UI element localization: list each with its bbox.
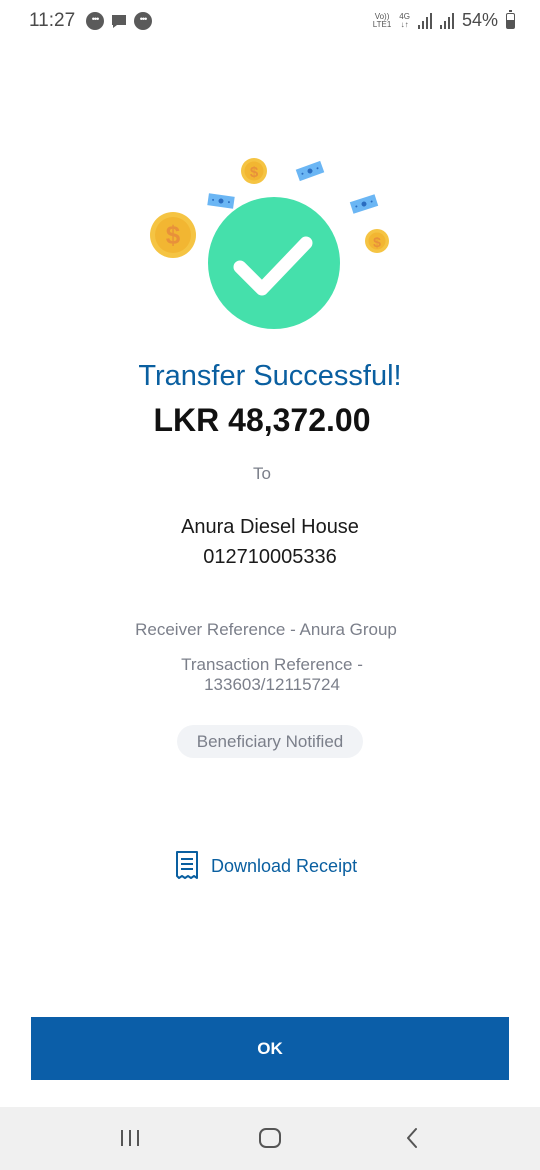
message-bubble-icon: ••• bbox=[134, 12, 152, 30]
recents-icon bbox=[121, 1130, 139, 1146]
home-icon bbox=[259, 1128, 281, 1148]
banknote-icon bbox=[295, 160, 325, 182]
svg-text:$: $ bbox=[166, 220, 181, 250]
payee-account-number: 012710005336 bbox=[203, 546, 337, 568]
back-icon bbox=[407, 1128, 417, 1148]
transaction-reference: Transaction Reference - 133603/12115724 bbox=[0, 655, 540, 695]
transaction-reference-value: 133603/12115724 bbox=[204, 675, 340, 694]
beneficiary-notified-badge: Beneficiary Notified bbox=[177, 725, 363, 758]
back-button[interactable] bbox=[392, 1121, 432, 1155]
receiver-reference: Receiver Reference - Anura Group bbox=[135, 620, 397, 639]
svg-text:$: $ bbox=[250, 164, 259, 181]
coin-icon: $ bbox=[241, 158, 267, 184]
signal-icon bbox=[439, 12, 454, 29]
battery-icon bbox=[506, 9, 515, 29]
navigation-bar bbox=[0, 1107, 540, 1170]
transfer-success-screen: 11:27 ••• ••• Vo)) LTE1 4G ↓↑ 54% $ $ $ … bbox=[0, 0, 540, 1170]
notification-icons: ••• ••• bbox=[86, 12, 152, 30]
to-label: To bbox=[253, 464, 271, 483]
download-receipt-label: Download Receipt bbox=[211, 855, 358, 876]
svg-text:$: $ bbox=[373, 234, 381, 250]
status-indicators: Vo)) LTE1 4G ↓↑ 54% bbox=[372, 9, 515, 31]
lte-label: LTE1 bbox=[372, 19, 392, 29]
coin-icon: $ bbox=[150, 212, 196, 258]
status-bar: 11:27 ••• ••• Vo)) LTE1 4G ↓↑ 54% bbox=[0, 0, 540, 44]
status-time: 11:27 bbox=[29, 10, 76, 31]
transfer-amount: LKR 48,372.00 bbox=[153, 402, 371, 438]
message-bubble-icon: ••• bbox=[86, 12, 104, 30]
success-check-icon bbox=[208, 197, 340, 329]
success-title: Transfer Successful! bbox=[138, 360, 402, 392]
home-button[interactable] bbox=[250, 1121, 290, 1155]
success-illustration: $ $ $ bbox=[150, 158, 389, 329]
volte-indicator: Vo)) LTE1 bbox=[372, 12, 392, 29]
download-receipt-link[interactable]: Download Receipt bbox=[175, 850, 357, 882]
battery-percentage: 54% bbox=[461, 10, 498, 30]
receipt-icon bbox=[176, 851, 198, 879]
network-type-indicator: 4G ↓↑ bbox=[399, 11, 410, 29]
banknote-icon bbox=[207, 193, 235, 209]
coin-icon: $ bbox=[365, 229, 389, 253]
ok-button[interactable]: OK bbox=[31, 1017, 509, 1080]
payee-name: Anura Diesel House bbox=[181, 516, 359, 538]
recents-button[interactable] bbox=[110, 1121, 150, 1155]
signal-icon bbox=[417, 12, 432, 29]
banknote-icon bbox=[349, 194, 379, 214]
chat-icon bbox=[112, 15, 126, 28]
transaction-reference-label: Transaction Reference - bbox=[181, 655, 363, 674]
